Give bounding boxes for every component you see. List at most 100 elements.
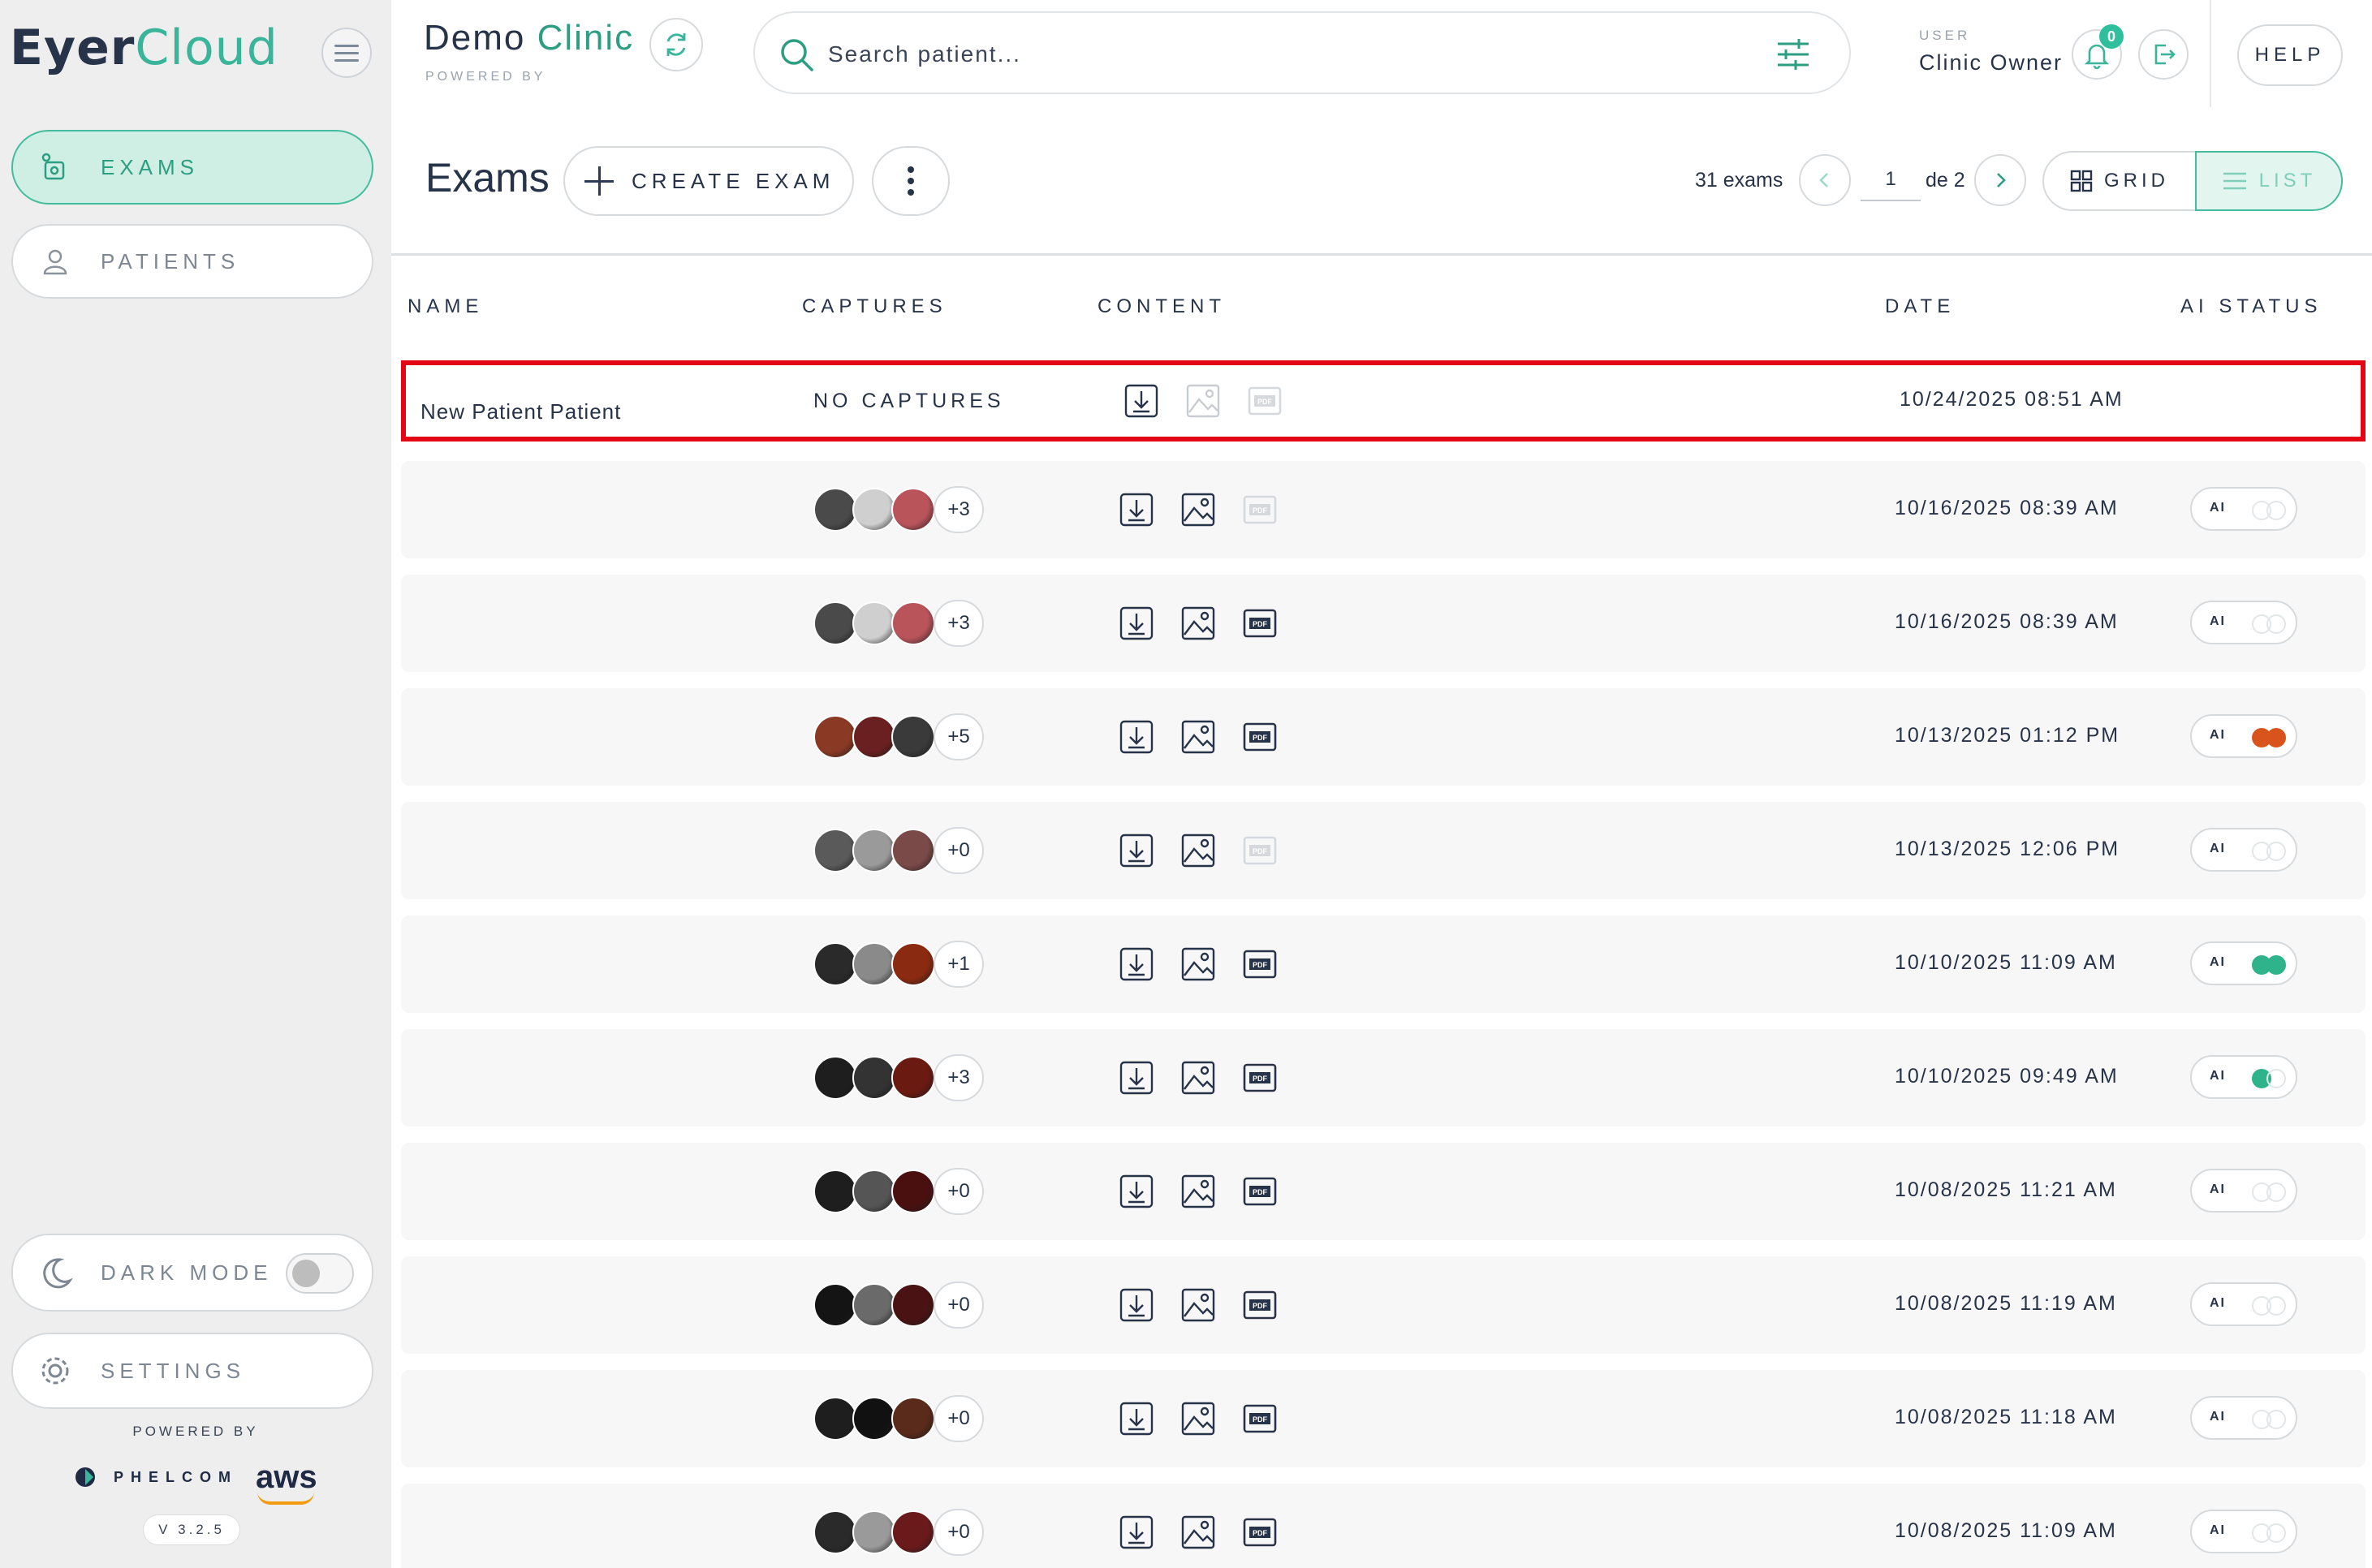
capture-thumbnail[interactable] bbox=[852, 1170, 896, 1213]
app-logo[interactable]: EyerCloud bbox=[10, 19, 278, 76]
capture-thumbnail[interactable] bbox=[813, 1283, 857, 1327]
more-captures-count[interactable]: +1 bbox=[934, 941, 984, 988]
exam-row[interactable]: +5 PDF 10/13/2025 01:12 PM AI bbox=[401, 688, 2366, 786]
capture-thumbnail[interactable] bbox=[852, 1397, 896, 1441]
download-icon[interactable] bbox=[1119, 1514, 1154, 1550]
image-icon[interactable] bbox=[1180, 1060, 1216, 1096]
capture-thumbnail[interactable] bbox=[891, 715, 935, 759]
exam-row[interactable]: +3 PDF 10/10/2025 09:49 AM AI bbox=[401, 1029, 2366, 1126]
capture-thumbnails[interactable]: +0 bbox=[813, 1509, 984, 1556]
capture-thumbnail[interactable] bbox=[852, 1510, 896, 1554]
more-captures-count[interactable]: +0 bbox=[934, 1282, 984, 1329]
ai-status-indicator[interactable]: AI bbox=[2190, 1510, 2297, 1553]
logout-button[interactable] bbox=[2138, 29, 2189, 80]
exam-row[interactable]: +0 PDF 10/08/2025 11:19 AM AI bbox=[401, 1256, 2366, 1354]
capture-thumbnail[interactable] bbox=[891, 601, 935, 645]
ai-status-indicator[interactable]: AI bbox=[2190, 1396, 2297, 1440]
create-exam-button[interactable]: CREATE EXAM bbox=[563, 146, 854, 216]
download-icon[interactable] bbox=[1119, 1174, 1154, 1209]
capture-thumbnail[interactable] bbox=[852, 715, 896, 759]
capture-thumbnail[interactable] bbox=[891, 1510, 935, 1554]
help-button[interactable]: HELP bbox=[2237, 24, 2343, 86]
capture-thumbnail[interactable] bbox=[852, 601, 896, 645]
image-icon[interactable] bbox=[1180, 1174, 1216, 1209]
download-icon[interactable] bbox=[1119, 833, 1154, 868]
image-icon[interactable] bbox=[1180, 1401, 1216, 1437]
capture-thumbnails[interactable]: +0 bbox=[813, 1282, 984, 1329]
capture-thumbnail[interactable] bbox=[891, 942, 935, 986]
image-icon[interactable] bbox=[1180, 946, 1216, 982]
more-captures-count[interactable]: +3 bbox=[934, 600, 984, 647]
image-icon[interactable] bbox=[1180, 833, 1216, 868]
ai-status-indicator[interactable]: AI bbox=[2190, 941, 2297, 985]
capture-thumbnails[interactable]: +1 bbox=[813, 941, 984, 988]
pdf-icon[interactable]: PDF bbox=[1242, 1401, 1278, 1437]
pdf-icon[interactable]: PDF bbox=[1242, 1060, 1278, 1096]
capture-thumbnail[interactable] bbox=[891, 1056, 935, 1100]
menu-toggle-button[interactable] bbox=[321, 28, 372, 78]
more-captures-count[interactable]: +0 bbox=[934, 1168, 984, 1215]
ai-status-indicator[interactable]: AI bbox=[2190, 1169, 2297, 1213]
ai-status-indicator[interactable]: AI bbox=[2190, 487, 2297, 531]
exam-row[interactable]: New Patient Patient NO CAPTURES PDF 10/24/2… bbox=[401, 360, 2366, 442]
sidebar-item-patients[interactable]: PATIENTS bbox=[11, 224, 373, 299]
ai-status-indicator[interactable]: AI bbox=[2190, 1055, 2297, 1099]
exam-row[interactable]: +3 PDF 10/16/2025 08:39 AM AI bbox=[401, 461, 2366, 558]
exam-row[interactable]: +0 PDF 10/08/2025 11:21 AM AI bbox=[401, 1143, 2366, 1240]
download-icon[interactable] bbox=[1119, 719, 1154, 755]
image-icon[interactable] bbox=[1180, 1287, 1216, 1323]
sidebar-item-exams[interactable]: EXAMS bbox=[11, 130, 373, 205]
column-header-name[interactable]: NAME bbox=[408, 295, 483, 318]
next-page-button[interactable] bbox=[1974, 154, 2026, 206]
pdf-icon[interactable]: PDF bbox=[1242, 605, 1278, 641]
more-captures-count[interactable]: +0 bbox=[934, 1509, 984, 1556]
pdf-icon[interactable]: PDF bbox=[1242, 719, 1278, 755]
image-icon[interactable] bbox=[1180, 492, 1216, 528]
more-captures-count[interactable]: +0 bbox=[934, 1395, 984, 1442]
exam-row[interactable]: +1 PDF 10/10/2025 11:09 AM AI bbox=[401, 915, 2366, 1013]
previous-page-button[interactable] bbox=[1799, 154, 1851, 206]
capture-thumbnail[interactable] bbox=[891, 1397, 935, 1441]
pdf-icon[interactable]: PDF bbox=[1242, 1514, 1278, 1550]
capture-thumbnails[interactable]: +3 bbox=[813, 1054, 984, 1101]
image-icon[interactable] bbox=[1180, 1514, 1216, 1550]
pdf-icon[interactable]: PDF bbox=[1242, 1287, 1278, 1323]
ai-status-indicator[interactable]: AI bbox=[2190, 601, 2297, 644]
capture-thumbnail[interactable] bbox=[813, 1397, 857, 1441]
capture-thumbnail[interactable] bbox=[891, 829, 935, 872]
pdf-icon[interactable]: PDF bbox=[1242, 946, 1278, 982]
download-icon[interactable] bbox=[1119, 1060, 1154, 1096]
capture-thumbnail[interactable] bbox=[813, 488, 857, 532]
capture-thumbnail[interactable] bbox=[852, 829, 896, 872]
grid-view-button[interactable]: GRID bbox=[2042, 151, 2197, 211]
capture-thumbnail[interactable] bbox=[891, 488, 935, 532]
exam-row[interactable]: +0 PDF 10/13/2025 12:06 PM AI bbox=[401, 802, 2366, 899]
exam-row[interactable]: +0 PDF 10/08/2025 11:18 AM AI bbox=[401, 1370, 2366, 1467]
capture-thumbnails[interactable]: +3 bbox=[813, 600, 984, 647]
capture-thumbnails[interactable]: +0 bbox=[813, 827, 984, 874]
capture-thumbnail[interactable] bbox=[891, 1283, 935, 1327]
search-input[interactable] bbox=[828, 36, 1705, 73]
capture-thumbnail[interactable] bbox=[813, 1510, 857, 1554]
capture-thumbnail[interactable] bbox=[813, 715, 857, 759]
page-number-input[interactable] bbox=[1861, 159, 1921, 201]
filter-sliders-icon[interactable] bbox=[1775, 36, 1812, 77]
sidebar-item-settings[interactable]: SETTINGS bbox=[11, 1333, 373, 1409]
exam-row[interactable]: +0 PDF 10/08/2025 11:09 AM AI bbox=[401, 1484, 2366, 1568]
more-captures-count[interactable]: +5 bbox=[934, 713, 984, 760]
capture-thumbnails[interactable]: +0 bbox=[813, 1395, 984, 1442]
download-icon[interactable] bbox=[1119, 946, 1154, 982]
ai-status-indicator[interactable]: AI bbox=[2190, 828, 2297, 872]
ai-status-indicator[interactable]: AI bbox=[2190, 714, 2297, 758]
capture-thumbnail[interactable] bbox=[891, 1170, 935, 1213]
capture-thumbnails[interactable]: +0 bbox=[813, 1168, 984, 1215]
capture-thumbnail[interactable] bbox=[852, 488, 896, 532]
capture-thumbnails[interactable]: +5 bbox=[813, 713, 984, 760]
exam-row[interactable]: +3 PDF 10/16/2025 08:39 AM AI bbox=[401, 575, 2366, 672]
download-icon[interactable] bbox=[1123, 383, 1159, 419]
image-icon[interactable] bbox=[1180, 719, 1216, 755]
capture-thumbnail[interactable] bbox=[813, 1056, 857, 1100]
column-header-date[interactable]: DATE bbox=[1885, 295, 1955, 318]
download-icon[interactable] bbox=[1119, 605, 1154, 641]
list-view-button[interactable]: LIST bbox=[2195, 151, 2343, 211]
